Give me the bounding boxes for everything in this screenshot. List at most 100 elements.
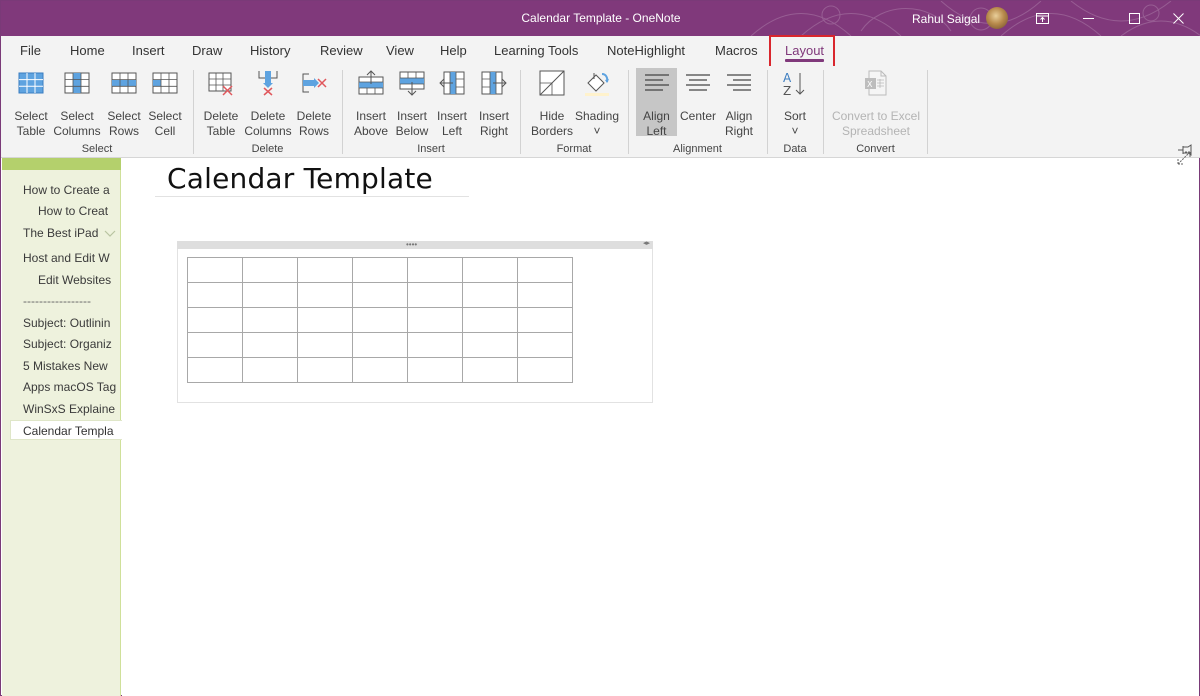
full-page-view-icon[interactable] bbox=[1173, 145, 1195, 169]
align-right-button[interactable]: Align Right bbox=[719, 68, 759, 138]
select-columns-button[interactable]: Select Columns bbox=[53, 68, 101, 138]
table-cell[interactable] bbox=[407, 282, 463, 308]
table-cell[interactable] bbox=[187, 282, 243, 308]
onenote-window: Calendar Template - OneNote Rahul Saigal… bbox=[0, 0, 1200, 696]
page-item[interactable]: How to Creat bbox=[38, 201, 120, 221]
table-cell[interactable] bbox=[517, 307, 573, 333]
tab-help[interactable]: Help bbox=[440, 43, 467, 58]
user-avatar[interactable] bbox=[986, 7, 1008, 29]
ribbon-display-options-button[interactable] bbox=[1019, 1, 1065, 36]
sort-az-icon: AZ bbox=[783, 71, 805, 96]
hide-borders-button[interactable]: Hide Borders bbox=[530, 68, 574, 138]
table-cell[interactable] bbox=[352, 282, 408, 308]
convert-to-excel-button[interactable]: X Convert to Excel Spreadsheet bbox=[828, 68, 924, 138]
note-canvas[interactable]: Calendar Template •••• ◂▸ bbox=[122, 158, 1199, 696]
page-item[interactable]: 5 Mistakes New bbox=[23, 356, 120, 376]
minimize-button[interactable] bbox=[1065, 1, 1111, 36]
align-right-label: Align Right bbox=[724, 109, 753, 138]
maximize-button[interactable] bbox=[1111, 1, 1157, 36]
page-item[interactable]: Host and Edit W bbox=[23, 248, 120, 268]
table-cell[interactable] bbox=[352, 307, 408, 333]
tab-notehighlight[interactable]: NoteHighlight bbox=[607, 43, 685, 58]
close-button[interactable] bbox=[1155, 1, 1200, 36]
tab-insert[interactable]: Insert bbox=[132, 43, 165, 58]
page-item[interactable]: Subject: Organiz bbox=[23, 334, 120, 354]
table-cell[interactable] bbox=[352, 332, 408, 358]
tab-home[interactable]: Home bbox=[70, 43, 105, 58]
table-cell[interactable] bbox=[462, 307, 518, 333]
table-cell[interactable] bbox=[242, 307, 298, 333]
group-convert: X Convert to Excel Spreadsheet Convert bbox=[824, 66, 927, 158]
group-delete: Delete Table Delete Columns Delete Rows … bbox=[194, 66, 341, 158]
table-cell[interactable] bbox=[462, 332, 518, 358]
select-cell-button[interactable]: Select Cell bbox=[145, 68, 185, 138]
table-cell[interactable] bbox=[407, 257, 463, 283]
table-cell[interactable] bbox=[517, 282, 573, 308]
svg-text:A: A bbox=[783, 71, 792, 85]
tab-view[interactable]: View bbox=[386, 43, 414, 58]
select-table-label: Select Table bbox=[14, 109, 48, 138]
calendar-table bbox=[187, 257, 573, 383]
page-item[interactable]: Subject: Outlinin bbox=[23, 313, 120, 333]
shading-button[interactable]: Shading ˅ bbox=[574, 68, 620, 138]
table-cell[interactable] bbox=[187, 332, 243, 358]
table-cell[interactable] bbox=[462, 282, 518, 308]
sort-button[interactable]: AZ Sort ˅ bbox=[775, 68, 815, 138]
tab-draw[interactable]: Draw bbox=[192, 43, 222, 58]
select-rows-button[interactable]: Select Rows bbox=[103, 68, 145, 138]
hide-borders-label: Hide Borders bbox=[530, 109, 574, 138]
insert-right-button[interactable]: Insert Right bbox=[474, 68, 514, 138]
align-left-button[interactable]: Align Left bbox=[636, 68, 677, 138]
delete-rows-button[interactable]: Delete Rows bbox=[293, 68, 335, 138]
page-item-current[interactable]: Calendar Templa bbox=[10, 420, 122, 440]
center-button[interactable]: Center bbox=[678, 68, 718, 138]
tab-review[interactable]: Review bbox=[320, 43, 363, 58]
container-move-handle[interactable]: •••• ◂▸ bbox=[177, 240, 653, 249]
table-cell[interactable] bbox=[242, 332, 298, 358]
table-cell[interactable] bbox=[407, 357, 463, 383]
table-cell[interactable] bbox=[187, 307, 243, 333]
tab-file[interactable]: File bbox=[20, 43, 41, 58]
tab-history[interactable]: History bbox=[250, 43, 290, 58]
page-item[interactable]: Apps macOS Tag bbox=[23, 377, 120, 397]
insert-left-button[interactable]: Insert Left bbox=[433, 68, 471, 138]
tab-macros[interactable]: Macros bbox=[715, 43, 758, 58]
page-item[interactable]: Edit Websites bbox=[38, 270, 120, 290]
user-name[interactable]: Rahul Saigal bbox=[912, 12, 980, 26]
page-item[interactable]: How to Create a bbox=[23, 180, 120, 200]
table-cell[interactable] bbox=[517, 357, 573, 383]
table-cell[interactable] bbox=[407, 332, 463, 358]
table-cell[interactable] bbox=[242, 357, 298, 383]
table-cell[interactable] bbox=[517, 257, 573, 283]
select-table-button[interactable]: Select Table bbox=[9, 68, 53, 138]
page-title[interactable]: Calendar Template bbox=[167, 162, 433, 195]
table-cell[interactable] bbox=[187, 257, 243, 283]
collapse-subpages-icon[interactable] bbox=[103, 228, 117, 240]
table-cell[interactable] bbox=[352, 357, 408, 383]
insert-below-icon bbox=[399, 71, 425, 96]
insert-below-button[interactable]: Insert Below bbox=[393, 68, 431, 138]
table-cell[interactable] bbox=[187, 357, 243, 383]
tab-learning-tools[interactable]: Learning Tools bbox=[494, 43, 578, 58]
page-item[interactable]: WinSxS Explaine bbox=[23, 399, 120, 419]
table-cell[interactable] bbox=[242, 257, 298, 283]
resize-width-icon[interactable]: ◂▸ bbox=[643, 240, 650, 248]
shading-paint-bucket-icon bbox=[585, 73, 609, 96]
page-item-separator[interactable]: ----------------- bbox=[23, 291, 120, 311]
table-cell[interactable] bbox=[517, 332, 573, 358]
table-cell[interactable] bbox=[297, 257, 353, 283]
insert-above-button[interactable]: Insert Above bbox=[351, 68, 391, 138]
table-cell[interactable] bbox=[297, 332, 353, 358]
svg-text:Z: Z bbox=[783, 84, 791, 96]
delete-table-button[interactable]: Delete Table bbox=[199, 68, 243, 138]
table-cell[interactable] bbox=[352, 257, 408, 283]
table-cell[interactable] bbox=[462, 357, 518, 383]
align-right-icon bbox=[727, 74, 751, 91]
table-cell[interactable] bbox=[297, 357, 353, 383]
table-cell[interactable] bbox=[407, 307, 463, 333]
table-cell[interactable] bbox=[297, 307, 353, 333]
delete-columns-button[interactable]: Delete Columns bbox=[244, 68, 292, 138]
table-cell[interactable] bbox=[297, 282, 353, 308]
table-cell[interactable] bbox=[462, 257, 518, 283]
table-cell[interactable] bbox=[242, 282, 298, 308]
